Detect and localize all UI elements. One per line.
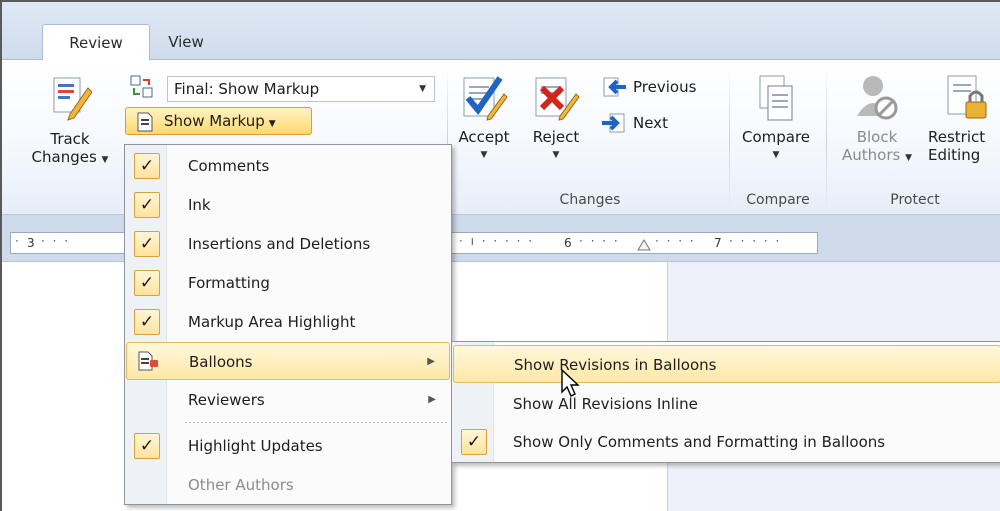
ruler-ticks: · · · · — [655, 234, 696, 248]
tab-review[interactable]: Review — [42, 24, 150, 61]
chevron-down-icon: ▼ — [419, 84, 426, 94]
tab-view[interactable]: View — [152, 24, 220, 61]
next-change-icon — [602, 113, 625, 133]
check-icon: ✓ — [461, 429, 487, 455]
reject-label: Reject — [532, 128, 580, 146]
ruler-ticks: · ı · · · · · — [459, 234, 535, 248]
previous-label: Previous — [633, 78, 697, 96]
block-authors-icon — [857, 76, 898, 120]
menu-item-label: Show Only Comments and Formatting in Bal… — [513, 433, 886, 451]
menu-item-show-only-comments-formatting[interactable]: ✓ Show Only Comments and Formatting in B… — [453, 423, 1000, 461]
menu-item-formatting[interactable]: ✓ Formatting — [126, 264, 450, 302]
menu-item-show-revisions-in-balloons[interactable]: Show Revisions in Balloons — [453, 345, 1000, 383]
previous-change-icon — [603, 77, 626, 97]
compare-button[interactable]: Compare ▼ — [732, 72, 820, 164]
next-label: Next — [633, 114, 668, 132]
ruler-number: 7 — [714, 236, 722, 250]
block-authors-button[interactable]: Block Authors ▼ — [834, 72, 920, 167]
ruler-ticks: · · · · — [579, 234, 620, 248]
menu-item-label: Show All Revisions Inline — [513, 395, 698, 413]
display-for-review-value: Final: Show Markup — [174, 80, 320, 98]
menu-item-ink[interactable]: ✓ Ink — [126, 186, 450, 224]
chevron-down-icon: ▼ — [905, 153, 913, 163]
reject-button[interactable]: Reject ▼ — [524, 72, 588, 164]
display-for-review-icon — [130, 75, 153, 98]
block-authors-label-2: Authors ▼ — [841, 146, 913, 164]
balloons-submenu: Show Revisions in Balloons Show All Revi… — [451, 341, 1000, 463]
menu-item-reviewers[interactable]: Reviewers ▶ — [126, 381, 450, 419]
compare-icon — [759, 75, 793, 121]
ruler-ticks: · · · — [41, 234, 71, 248]
restrict-editing-icon — [947, 75, 987, 119]
menu-item-label: Highlight Updates — [188, 437, 323, 455]
menu-item-label: Formatting — [188, 274, 270, 292]
show-markup-label: Show Markup — [164, 112, 265, 130]
menu-item-comments[interactable]: ✓ Comments — [126, 147, 450, 185]
group-divider — [729, 68, 730, 213]
ribbon-tab-strip: Review View — [2, 2, 1000, 61]
ruler-number: 3 — [27, 236, 35, 250]
chevron-down-icon: ▼ — [268, 119, 276, 129]
accept-label: Accept — [458, 128, 510, 146]
check-icon: ✓ — [134, 433, 160, 459]
balloons-icon — [138, 351, 158, 371]
menu-item-label: Comments — [188, 157, 270, 175]
menu-item-label: Show Revisions in Balloons — [514, 356, 717, 374]
ruler-number: 6 — [564, 236, 572, 250]
menu-item-label: Balloons — [189, 353, 253, 371]
menu-item-label: Ink — [188, 196, 211, 214]
check-icon: ✓ — [134, 270, 160, 296]
menu-separator — [185, 422, 449, 423]
accept-icon — [463, 76, 508, 121]
compare-label: Compare — [741, 128, 811, 146]
menu-item-markup-area-highlight[interactable]: ✓ Markup Area Highlight — [126, 303, 450, 341]
check-icon: ✓ — [134, 309, 160, 335]
reject-icon — [535, 77, 580, 121]
track-changes-label-2: Changes ▼ — [31, 148, 109, 166]
protect-group-label: Protect — [890, 192, 940, 208]
right-indent-marker-icon[interactable] — [637, 239, 651, 251]
group-divider — [826, 68, 827, 213]
menu-item-label: Markup Area Highlight — [188, 313, 356, 331]
chevron-down-icon: ▼ — [552, 150, 560, 160]
accept-button[interactable]: Accept ▼ — [450, 72, 518, 164]
menu-item-label: Insertions and Deletions — [188, 235, 371, 253]
previous-button[interactable]: Previous — [600, 76, 720, 100]
compare-group-label: Compare — [746, 192, 810, 208]
block-authors-label-1: Block — [856, 128, 898, 146]
menu-item-insertions-deletions[interactable]: ✓ Insertions and Deletions — [126, 225, 450, 263]
restrict-editing-label-2: Editing — [928, 146, 981, 164]
changes-group-label: Changes — [559, 192, 621, 208]
ruler-ticks: · · · · · — [729, 234, 782, 248]
next-button[interactable]: Next — [600, 112, 720, 136]
check-icon: ✓ — [134, 231, 160, 257]
show-markup-icon — [137, 112, 153, 132]
menu-item-other-authors: Other Authors — [126, 466, 450, 504]
word-window: Review View Track Changes ▼ Final: Show … — [0, 0, 1000, 511]
chevron-down-icon: ▼ — [101, 155, 109, 165]
track-changes-icon — [53, 77, 92, 121]
show-markup-menu: ✓ Comments ✓ Ink ✓ Insertions and Deleti… — [124, 144, 452, 505]
menu-item-balloons[interactable]: Balloons ▶ — [126, 342, 450, 380]
show-markup-button[interactable]: Show Markup ▼ — [125, 107, 312, 135]
chevron-down-icon: ▼ — [772, 150, 780, 160]
menu-item-label: Reviewers — [188, 391, 265, 409]
restrict-editing-label-1: Restrict — [928, 128, 986, 146]
menu-item-show-all-revisions-inline[interactable]: Show All Revisions Inline — [453, 385, 1000, 423]
menu-item-highlight-updates[interactable]: ✓ Highlight Updates — [126, 427, 450, 465]
mouse-pointer-icon — [561, 368, 580, 397]
restrict-editing-button[interactable]: Restrict Editing — [928, 72, 1000, 164]
display-for-review-dropdown[interactable]: Final: Show Markup ▼ — [167, 76, 435, 102]
chevron-down-icon: ▼ — [480, 150, 488, 160]
check-icon: ✓ — [134, 153, 160, 179]
track-changes-button[interactable]: Track Changes ▼ — [20, 74, 120, 169]
submenu-arrow-icon: ▶ — [428, 394, 436, 405]
check-icon: ✓ — [134, 192, 160, 218]
ruler-ticks: · — [15, 234, 21, 248]
menu-item-label: Other Authors — [188, 476, 294, 494]
submenu-arrow-icon: ▶ — [427, 356, 435, 367]
track-changes-label-1: Track — [50, 130, 90, 148]
